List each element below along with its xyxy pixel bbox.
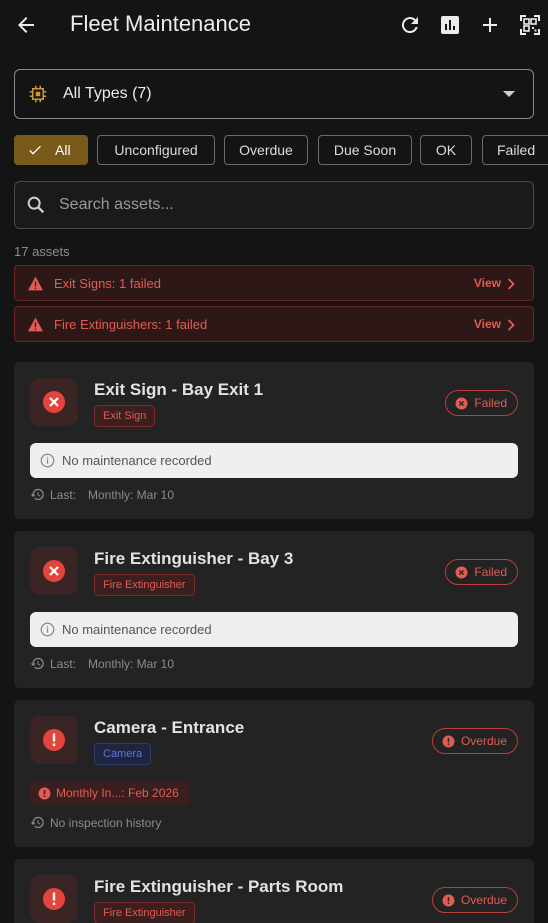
arrow-left-icon[interactable] — [14, 13, 38, 37]
history-row: No inspection history — [30, 815, 330, 831]
filter-chip-label: All — [55, 142, 71, 158]
error-circle-icon — [43, 391, 65, 413]
due-inspection-badge: Monthly In...: Feb 2026 — [30, 781, 189, 806]
filter-chip-due-soon[interactable]: Due Soon — [318, 135, 412, 165]
history-row: Last: Monthly: Mar 10 — [30, 656, 330, 672]
error-circle-icon — [455, 566, 468, 579]
filter-chip-label: Due Soon — [333, 142, 397, 158]
alert-banner[interactable]: Exit Signs: 1 failed View — [14, 265, 534, 301]
filter-chip-overdue[interactable]: Overdue — [224, 135, 308, 165]
asset-type-dropdown[interactable]: All Types (7) — [14, 69, 534, 119]
asset-type-tag: Exit Sign — [94, 405, 156, 427]
asset-card[interactable]: Exit Sign - Bay Exit 1 Exit Sign Failed … — [14, 362, 534, 519]
alert-circle-icon — [442, 735, 455, 748]
filter-chip-unconfigured[interactable]: Unconfigured — [97, 135, 215, 165]
warning-icon — [28, 276, 43, 291]
asset-avatar — [30, 716, 78, 764]
alert-circle-icon — [38, 787, 51, 800]
app-bar: Fleet Maintenance — [0, 0, 548, 50]
alert-circle-icon — [442, 894, 455, 907]
history-label: Last: — [50, 657, 77, 671]
page-title: Fleet Maintenance — [70, 11, 251, 36]
filter-chip-label: Failed — [497, 142, 536, 158]
qr-scan-icon[interactable] — [518, 13, 542, 37]
status-label: Overdue — [460, 734, 507, 748]
warning-icon — [28, 317, 43, 332]
error-circle-icon — [455, 397, 468, 410]
asset-avatar — [30, 875, 78, 923]
search-input[interactable]: Search assets... — [14, 181, 534, 229]
maintenance-note: No maintenance recorded — [30, 612, 518, 647]
filter-chip-label: Overdue — [239, 142, 293, 158]
history-label: Last: — [50, 488, 77, 502]
asset-avatar — [30, 547, 78, 595]
info-icon — [40, 622, 55, 637]
asset-name: Fire Extinguisher - Parts Room — [94, 877, 344, 896]
filter-chip-all[interactable]: All — [14, 135, 88, 165]
dropdown-arrow-icon — [503, 91, 515, 97]
history-icon — [30, 488, 44, 501]
alert-view-link[interactable]: View — [474, 317, 501, 331]
asset-card[interactable]: Fire Extinguisher - Parts Room Fire Exti… — [14, 859, 534, 923]
alert-view-link[interactable]: View — [474, 276, 501, 290]
search-icon — [27, 196, 45, 214]
history-value: Monthly: Mar 10 — [88, 657, 175, 671]
history-value: No inspection history — [50, 816, 162, 830]
history-icon — [30, 816, 44, 829]
asset-card[interactable]: Camera - Entrance Camera Overdue Monthly… — [14, 700, 534, 847]
chevron-right-icon — [507, 278, 515, 290]
status-badge: Overdue — [431, 887, 518, 913]
alert-text: Fire Extinguishers: 1 failed — [54, 317, 208, 332]
maintenance-text: No maintenance recorded — [62, 453, 212, 468]
asset-type-tag: Camera — [94, 743, 152, 765]
filter-chip-label: OK — [435, 142, 457, 158]
asset-name: Fire Extinguisher - Bay 3 — [94, 549, 294, 568]
asset-count: 17 assets — [14, 244, 70, 259]
chevron-right-icon — [507, 319, 515, 331]
alert-circle-icon — [43, 888, 65, 910]
status-badge: Failed — [445, 390, 518, 416]
status-badge: Overdue — [431, 728, 518, 754]
filter-chip-ok[interactable]: OK — [420, 135, 472, 165]
alert-banner[interactable]: Fire Extinguishers: 1 failed View — [14, 306, 534, 342]
refresh-icon[interactable] — [398, 13, 422, 37]
filter-chip-failed[interactable]: Failed — [482, 135, 548, 165]
asset-type-label: All Types (7) — [63, 85, 152, 102]
alert-text: Exit Signs: 1 failed — [54, 276, 161, 291]
search-placeholder: Search assets... — [59, 196, 174, 213]
chip-icon — [29, 85, 47, 103]
due-text: Monthly In...: Feb 2026 — [56, 786, 179, 800]
asset-name: Camera - Entrance — [94, 718, 245, 737]
maintenance-note: No maintenance recorded — [30, 443, 518, 478]
maintenance-text: No maintenance recorded — [62, 622, 212, 637]
status-filter-chips: All Unconfigured Overdue Due Soon OK Fai… — [14, 135, 548, 165]
status-label: Overdue — [460, 893, 507, 907]
error-circle-icon — [43, 560, 65, 582]
status-label: Failed — [474, 565, 507, 579]
status-badge: Failed — [445, 559, 518, 585]
history-icon — [30, 657, 44, 670]
filter-chip-label: Unconfigured — [114, 142, 198, 158]
asset-avatar — [30, 378, 78, 426]
chart-icon[interactable] — [438, 13, 462, 37]
asset-name: Exit Sign - Bay Exit 1 — [94, 380, 264, 399]
history-value: Monthly: Mar 10 — [88, 488, 175, 502]
asset-type-tag: Fire Extinguisher — [94, 902, 195, 923]
alert-circle-icon — [43, 729, 65, 751]
asset-card[interactable]: Fire Extinguisher - Bay 3 Fire Extinguis… — [14, 531, 534, 688]
history-row: Last: Monthly: Mar 10 — [30, 487, 330, 503]
asset-type-tag: Fire Extinguisher — [94, 574, 195, 596]
info-icon — [40, 453, 55, 468]
status-label: Failed — [474, 396, 507, 410]
plus-icon[interactable] — [478, 13, 502, 37]
check-icon — [29, 145, 41, 155]
